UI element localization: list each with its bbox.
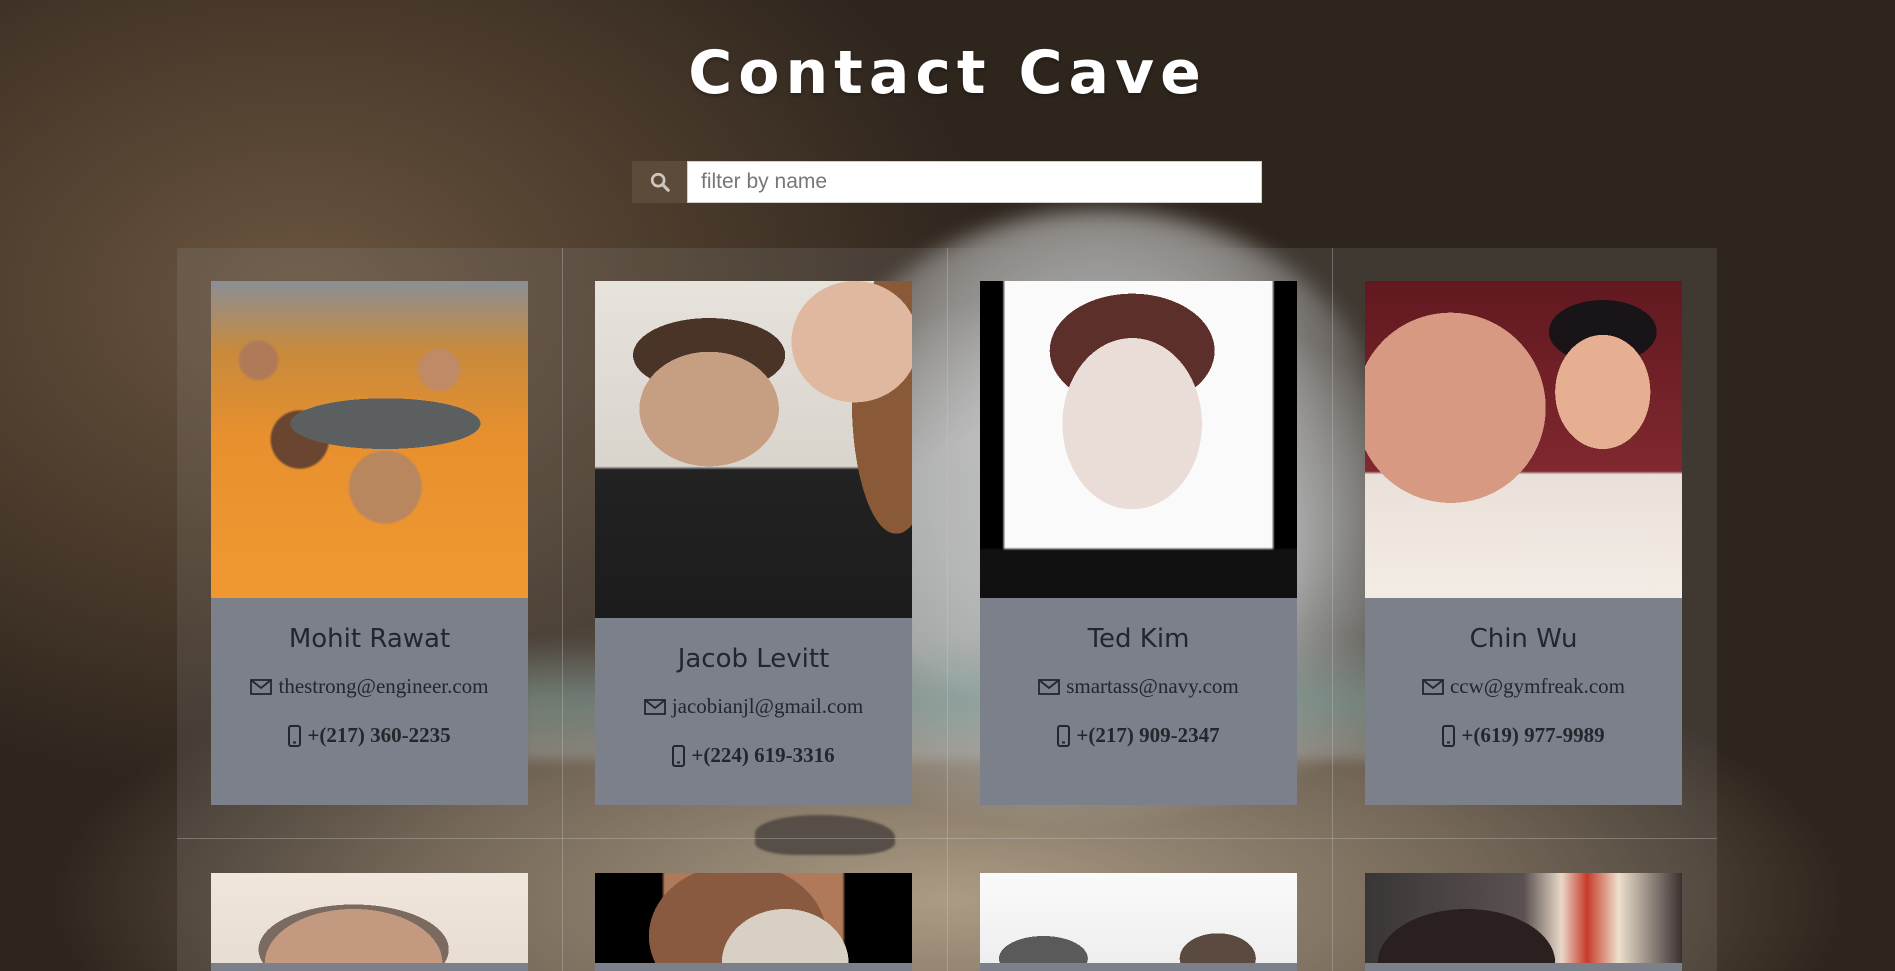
contact-phone[interactable]: +(217) 909-2347 (1076, 723, 1219, 748)
contact-photo (1365, 281, 1682, 598)
column-divider (562, 248, 563, 971)
contact-phone[interactable]: +(217) 360-2235 (307, 723, 450, 748)
envelope-icon (643, 698, 666, 715)
contact-card[interactable] (595, 873, 912, 971)
contact-email-row: ccw@gymfreak.com (1365, 674, 1682, 699)
contact-card[interactable]: Jacob Levitt jacobianjl@gmail.com +(224)… (595, 281, 912, 805)
search-addon (632, 161, 687, 203)
mobile-phone-icon (1442, 724, 1456, 747)
contacts-panel: Mohit Rawat thestrong@engineer.com +(217… (177, 248, 1717, 971)
contact-email[interactable]: smartass@navy.com (1066, 674, 1239, 699)
contact-email[interactable]: ccw@gymfreak.com (1450, 674, 1625, 699)
row-divider (177, 838, 1717, 839)
envelope-icon (250, 678, 273, 695)
header: Contact Cave (0, 38, 1895, 108)
contact-photo (595, 281, 912, 618)
contact-email-row: jacobianjl@gmail.com (595, 694, 912, 719)
contact-name: Ted Kim (1087, 624, 1190, 654)
column-divider (1332, 248, 1333, 971)
contact-phone-row: +(217) 909-2347 (980, 723, 1297, 748)
contact-card[interactable] (980, 873, 1297, 971)
contact-photo (1365, 873, 1682, 963)
envelope-icon (1422, 678, 1444, 695)
contact-card[interactable]: Chin Wu ccw@gymfreak.com +(619) 977-9989 (1365, 281, 1682, 805)
envelope-icon (1038, 678, 1061, 695)
mobile-phone-icon (672, 744, 686, 767)
contact-phone-row: +(619) 977-9989 (1365, 723, 1682, 748)
contact-photo (211, 281, 528, 598)
mobile-phone-icon (1057, 724, 1071, 747)
contact-name: Jacob Levitt (677, 644, 830, 674)
contact-card[interactable]: Mohit Rawat thestrong@engineer.com +(217… (211, 281, 528, 805)
contact-photo (980, 873, 1297, 963)
contact-name: Chin Wu (1469, 624, 1578, 654)
mobile-phone-icon (288, 724, 302, 747)
contact-phone-row: +(224) 619-3316 (595, 743, 912, 768)
contact-card[interactable] (1365, 873, 1682, 971)
contact-photo (211, 873, 528, 963)
contact-phone[interactable]: +(224) 619-3316 (691, 743, 834, 768)
contact-card[interactable]: Ted Kim smartass@navy.com +(217) 909-234… (980, 281, 1297, 805)
contact-email-row: thestrong@engineer.com (211, 674, 528, 699)
search-bar (632, 161, 1262, 203)
search-icon (650, 172, 670, 192)
contact-email[interactable]: thestrong@engineer.com (278, 674, 488, 699)
contact-email-row: smartass@navy.com (980, 674, 1297, 699)
contact-phone[interactable]: +(619) 977-9989 (1461, 723, 1604, 748)
page-title: Contact Cave (688, 38, 1207, 108)
contact-card[interactable] (211, 873, 528, 971)
search-input[interactable] (687, 161, 1262, 203)
contact-photo (980, 281, 1297, 598)
contact-name: Mohit Rawat (288, 624, 451, 654)
contact-photo (595, 873, 912, 963)
column-divider (947, 248, 948, 971)
contact-email[interactable]: jacobianjl@gmail.com (672, 694, 863, 719)
contact-phone-row: +(217) 360-2235 (211, 723, 528, 748)
